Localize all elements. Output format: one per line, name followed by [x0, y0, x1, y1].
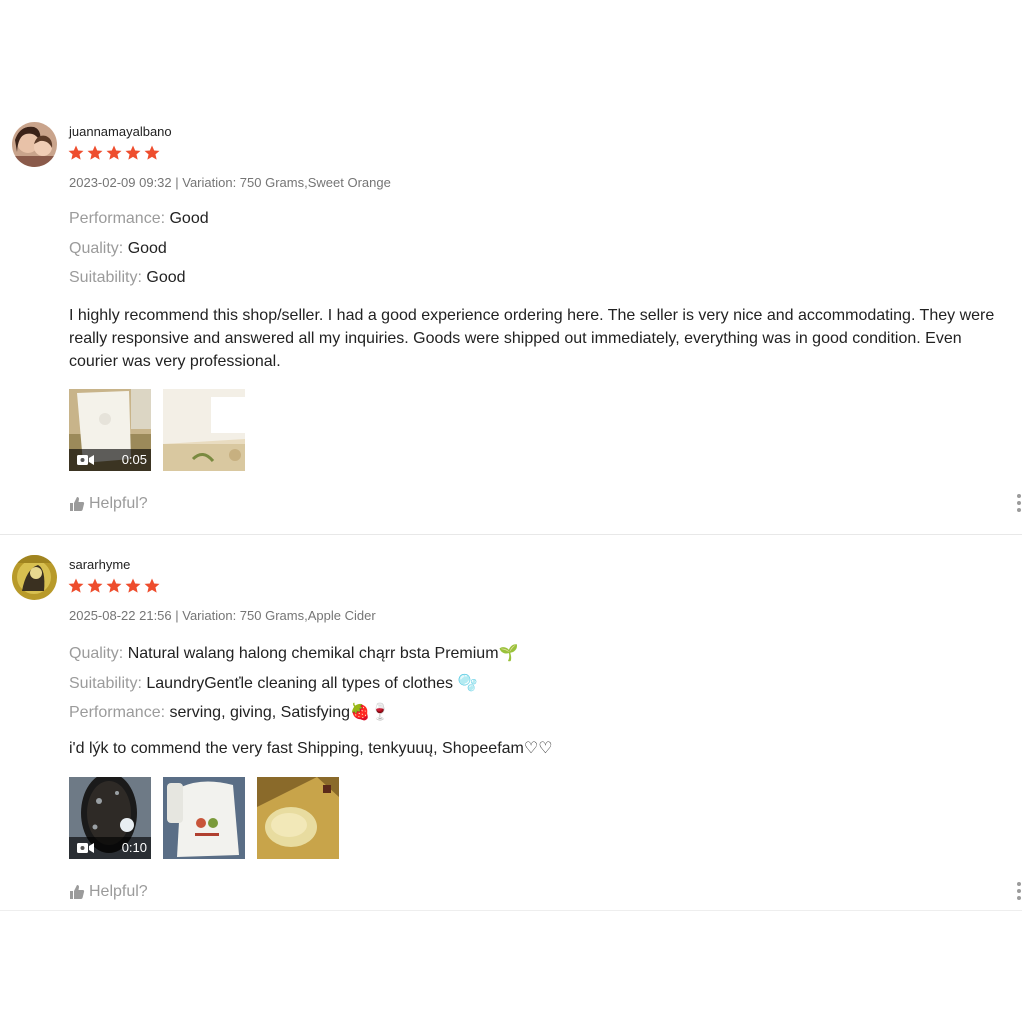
- review-video-thumbnail[interactable]: 0:05: [69, 389, 151, 471]
- attribute-value: Natural walang halong chemikal chąrr bst…: [127, 645, 519, 662]
- star-icon: [106, 145, 122, 160]
- star-icon: [87, 145, 103, 160]
- attribute-label: Quality:: [69, 240, 128, 257]
- attribute-value: Good: [169, 210, 209, 227]
- review-image-thumbnail[interactable]: [257, 777, 339, 859]
- attribute-label: Performance:: [69, 210, 170, 227]
- reviewer-username: sararhyme: [69, 557, 131, 572]
- helpful-button[interactable]: Helpful?: [69, 883, 148, 901]
- avatar[interactable]: [12, 122, 57, 167]
- helpful-button[interactable]: Helpful?: [69, 495, 148, 513]
- rating-stars: [67, 144, 161, 162]
- review-comment: i'd lýk to commend the very fast Shippin…: [69, 740, 553, 757]
- review-image-thumbnail[interactable]: [163, 777, 245, 859]
- video-camera-icon: [77, 455, 94, 465]
- star-icon: [125, 578, 141, 593]
- attribute-label: Quality:: [69, 645, 128, 662]
- review-meta: 2025-08-22 21:56 | Variation: 750 Grams,…: [69, 608, 376, 623]
- review-meta: 2023-02-09 09:32 | Variation: 750 Grams,…: [69, 175, 391, 190]
- attribute-value: Good: [127, 240, 167, 257]
- attribute-suitability: Suitability: Good: [69, 269, 186, 287]
- attribute-label: Performance:: [69, 704, 170, 721]
- star-icon: [144, 145, 160, 160]
- reviewer-username: juannamayalbano: [69, 124, 172, 139]
- attribute-suitability: Suitability: LaundryGenťle cleaning all …: [69, 673, 477, 693]
- video-camera-icon: [77, 843, 94, 853]
- attribute-label: Suitability:: [69, 675, 147, 692]
- star-icon: [68, 145, 84, 160]
- thumbs-up-icon: [70, 885, 85, 899]
- star-icon: [68, 578, 84, 593]
- star-icon: [144, 578, 160, 593]
- attribute-value: Good: [146, 269, 186, 286]
- helpful-label: Helpful?: [89, 883, 148, 900]
- review-item: sararhyme 2025-08-22 21:56 | Variation: …: [0, 551, 1022, 911]
- review-media: 0:05: [69, 389, 245, 471]
- review-video-thumbnail[interactable]: 0:10: [69, 777, 151, 859]
- rating-stars: [67, 577, 161, 595]
- more-options-icon[interactable]: [1016, 882, 1022, 902]
- helpful-label: Helpful?: [89, 495, 148, 512]
- attribute-label: Suitability:: [69, 269, 147, 286]
- more-options-icon[interactable]: [1016, 494, 1022, 514]
- review-comment: I highly recommend this shop/seller. I h…: [69, 307, 995, 370]
- video-duration-bar: 0:05: [69, 449, 151, 471]
- avatar[interactable]: [12, 555, 57, 600]
- attribute-performance: Performance: serving, giving, Satisfying…: [69, 702, 390, 722]
- review-media: 0:10: [69, 777, 339, 859]
- star-icon: [106, 578, 122, 593]
- video-duration: 0:10: [121, 840, 147, 855]
- star-icon: [125, 145, 141, 160]
- thumbs-up-icon: [70, 497, 85, 511]
- attribute-value: LaundryGenťle cleaning all types of clot…: [146, 675, 478, 692]
- attribute-quality: Quality: Natural walang halong chemikal …: [69, 643, 518, 663]
- attribute-performance: Performance: Good: [69, 210, 209, 228]
- video-duration: 0:05: [121, 452, 147, 467]
- attribute-quality: Quality: Good: [69, 240, 167, 258]
- review-image-thumbnail[interactable]: [163, 389, 245, 471]
- review-item: juannamayalbano 2023-02-09 09:32 | Varia…: [0, 118, 1022, 535]
- star-icon: [87, 578, 103, 593]
- video-duration-bar: 0:10: [69, 837, 151, 859]
- attribute-value: serving, giving, Satisfying🍓🍷: [169, 704, 390, 721]
